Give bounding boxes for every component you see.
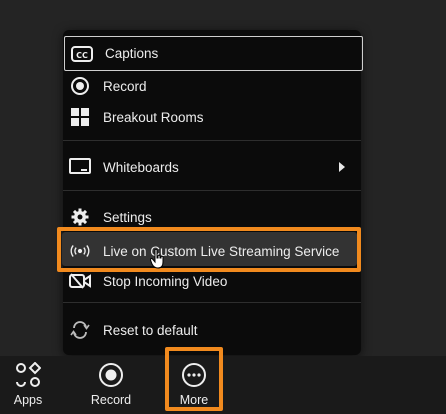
menu-item-captions[interactable]: CC Captions <box>64 36 363 71</box>
menu-item-label: Whiteboards <box>103 159 179 175</box>
menu-item-label: Captions <box>105 46 159 61</box>
apps-icon <box>15 362 41 388</box>
menu-item-label: Breakout Rooms <box>103 109 204 125</box>
apps-label: Apps <box>13 393 43 407</box>
whiteboard-icon <box>69 156 91 178</box>
menu-item-whiteboards[interactable]: Whiteboards <box>63 152 361 182</box>
record-icon <box>69 75 91 97</box>
menu-item-breakout-rooms[interactable]: Breakout Rooms <box>63 102 361 132</box>
menu-item-label: Stop Incoming Video <box>103 273 228 289</box>
record-icon <box>98 362 124 388</box>
hand-cursor-icon <box>150 249 164 269</box>
gear-icon <box>69 206 91 228</box>
highlight-box-live <box>57 227 361 272</box>
video-off-icon <box>69 270 91 292</box>
reset-icon <box>69 319 91 341</box>
menu-item-record[interactable]: Record <box>63 71 361 101</box>
bottom-toolbar <box>0 356 446 414</box>
chevron-right-icon <box>339 162 345 172</box>
grid-icon <box>69 106 91 128</box>
apps-button[interactable]: Apps <box>4 356 52 414</box>
menu-item-label: Settings <box>103 209 152 225</box>
record-button[interactable]: Record <box>83 356 139 414</box>
menu-item-label: Reset to default <box>103 322 198 338</box>
svg-text:CC: CC <box>76 51 88 60</box>
menu-item-reset-to-default[interactable]: Reset to default <box>63 315 361 345</box>
menu-divider <box>63 302 361 303</box>
record-label: Record <box>90 393 132 407</box>
highlight-box-more <box>165 347 223 411</box>
menu-item-label: Record <box>103 78 147 94</box>
cc-icon: CC <box>71 43 93 65</box>
more-menu: CC Captions Record Breakout Rooms Whiteb… <box>63 30 363 355</box>
menu-divider <box>63 140 361 141</box>
menu-divider <box>63 190 361 191</box>
